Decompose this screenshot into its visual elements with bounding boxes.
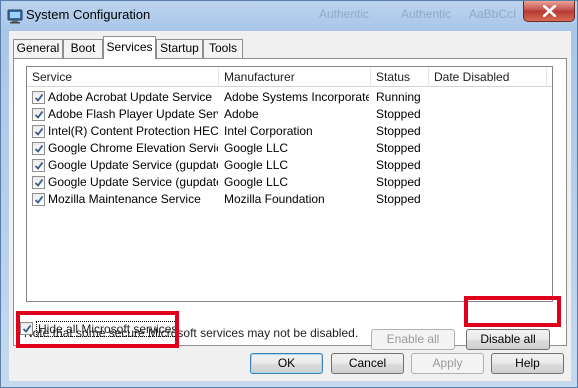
checkmark-icon: [34, 195, 44, 204]
close-icon: [543, 5, 556, 17]
service-row[interactable]: Intel(R) Content Protection HEC... Intel…: [27, 123, 552, 140]
service-name: Mozilla Maintenance Service: [48, 192, 201, 206]
service-name: Google Update Service (gupdatem): [48, 175, 218, 189]
service-row[interactable]: Adobe Flash Player Update Service Adobe …: [27, 106, 552, 123]
checkmark-icon: [34, 144, 44, 153]
service-manufacturer: Adobe Systems Incorporated: [224, 90, 369, 104]
close-button[interactable]: [523, 1, 575, 22]
service-row[interactable]: Adobe Acrobat Update Service Adobe Syste…: [27, 89, 552, 106]
column-header-status[interactable]: Status: [371, 67, 429, 87]
service-manufacturer: Mozilla Foundation: [224, 192, 325, 206]
service-date-disabled: [434, 140, 546, 157]
service-status: Stopped: [376, 175, 421, 189]
cancel-button[interactable]: Cancel: [331, 353, 404, 374]
service-checkbox[interactable]: [32, 193, 45, 206]
background-ghost-text: Authentic: [319, 7, 370, 21]
service-name: Google Chrome Elevation Servic...: [48, 141, 218, 155]
window-title: System Configuration: [26, 7, 151, 22]
column-header-manufacturer[interactable]: Manufacturer: [219, 67, 371, 87]
service-status: Stopped: [376, 192, 421, 206]
system-configuration-window: System Configuration Authentic Authentic…: [0, 0, 578, 388]
service-row[interactable]: Mozilla Maintenance Service Mozilla Foun…: [27, 191, 552, 208]
checkmark-icon: [34, 93, 44, 102]
service-date-disabled: [434, 191, 546, 208]
apply-button[interactable]: Apply: [411, 353, 484, 374]
service-status: Stopped: [376, 158, 421, 172]
service-manufacturer: Google LLC: [224, 158, 289, 172]
disable-all-button[interactable]: Disable all: [466, 329, 550, 350]
service-row[interactable]: Google Update Service (gupdatem) Google …: [27, 174, 552, 191]
service-name: Google Update Service (gupdate): [48, 158, 218, 172]
service-date-disabled: [434, 157, 546, 174]
service-checkbox[interactable]: [32, 176, 45, 189]
system-configuration-icon: [7, 9, 23, 24]
ok-button[interactable]: OK: [250, 353, 323, 374]
service-name: Intel(R) Content Protection HEC...: [48, 124, 218, 138]
service-checkbox[interactable]: [32, 142, 45, 155]
service-name: Adobe Flash Player Update Service: [48, 107, 218, 121]
checkmark-icon: [34, 178, 44, 187]
service-name: Adobe Acrobat Update Service: [48, 90, 213, 104]
service-status: Stopped: [376, 141, 421, 155]
services-list-header: Service Manufacturer Status Date Disable…: [27, 67, 552, 87]
service-manufacturer: Google LLC: [224, 141, 289, 155]
background-ghost-text: Authentic: [401, 7, 452, 21]
service-row[interactable]: Google Update Service (gupdate) Google L…: [27, 157, 552, 174]
help-button[interactable]: Help: [491, 353, 564, 374]
services-list[interactable]: Service Manufacturer Status Date Disable…: [26, 66, 553, 302]
column-header-date-disabled[interactable]: Date Disabled: [429, 67, 547, 87]
tab-boot[interactable]: Boot: [63, 39, 103, 58]
service-date-disabled: [434, 123, 546, 140]
checkmark-icon: [34, 161, 44, 170]
checkmark-icon: [34, 127, 44, 136]
service-manufacturer: Google LLC: [224, 175, 289, 189]
service-status: Running: [376, 90, 421, 104]
service-checkbox[interactable]: [32, 108, 45, 121]
service-date-disabled: [434, 89, 546, 106]
enable-all-button[interactable]: Enable all: [371, 329, 455, 350]
service-checkbox[interactable]: [32, 91, 45, 104]
tab-general[interactable]: General: [13, 39, 63, 58]
service-row[interactable]: Google Chrome Elevation Servic... Google…: [27, 140, 552, 157]
checkmark-icon: [34, 110, 44, 119]
column-header-service[interactable]: Service: [27, 67, 219, 87]
tab-services[interactable]: Services: [103, 36, 156, 59]
service-date-disabled: [434, 174, 546, 191]
disable-all-highlight-box: [464, 296, 561, 327]
service-manufacturer: Adobe: [224, 107, 259, 121]
tab-tools[interactable]: Tools: [203, 39, 243, 58]
service-checkbox[interactable]: [32, 159, 45, 172]
tab-startup[interactable]: Startup: [156, 39, 203, 58]
service-date-disabled: [434, 106, 546, 123]
background-ghost-text: AaBbCcI: [469, 7, 517, 21]
service-manufacturer: Intel Corporation: [224, 124, 313, 138]
service-checkbox[interactable]: [32, 125, 45, 138]
service-status: Stopped: [376, 107, 421, 121]
title-bar[interactable]: System Configuration Authentic Authentic…: [1, 1, 577, 31]
hide-microsoft-highlight-box: [16, 311, 179, 348]
service-status: Stopped: [376, 124, 421, 138]
